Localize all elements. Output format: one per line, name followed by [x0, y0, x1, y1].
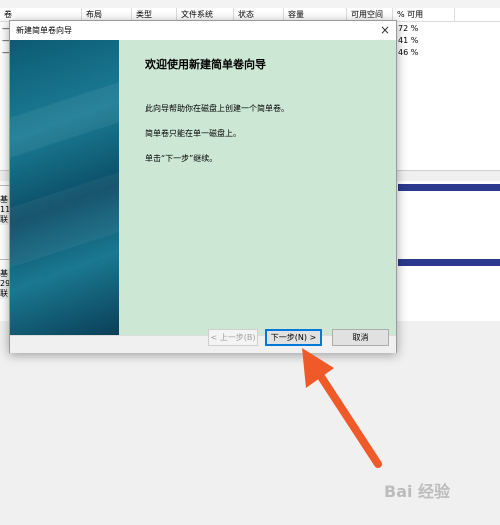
app-top-strip [0, 0, 500, 8]
dialog-title: 新建简单卷向导 [16, 26, 72, 35]
disk-0-partition[interactable] [398, 192, 500, 254]
disk-1-partition[interactable] [398, 267, 500, 321]
wizard-content: 欢迎使用新建简单卷向导 此向导帮助你在磁盘上创建一个简单卷。 简单卷只能在单一磁… [119, 40, 396, 335]
volume-percent-free: 72 % [398, 24, 419, 33]
cancel-button[interactable]: 取消 [332, 329, 389, 346]
volume-percent-free: 41 % [398, 36, 419, 45]
baidu-watermark: Bai 经验 [384, 478, 450, 502]
dialog-titlebar[interactable]: 新建简单卷向导 × [10, 21, 396, 40]
column-header-percent-free[interactable]: % 可用 [393, 8, 455, 21]
watermark-text: Bai 经验 [384, 482, 451, 501]
column-header-filler [455, 8, 500, 21]
new-simple-volume-wizard: 新建简单卷向导 × 欢迎使用新建简单卷向导 此向导帮助你在磁盘上创建一个简单卷。… [9, 20, 397, 353]
volume-percent-free: 46 % [398, 48, 419, 57]
wizard-banner-image [10, 40, 119, 335]
close-icon[interactable]: × [380, 22, 390, 38]
wizard-description: 此向导帮助你在磁盘上创建一个简单卷。 [145, 104, 289, 113]
wizard-note: 简单卷只能在单一磁盘上。 [145, 129, 241, 138]
disk-0-partition-bar [398, 184, 500, 191]
next-button[interactable]: 下一步(N) > [265, 329, 322, 346]
disk-1-partition-bar [398, 259, 500, 266]
banner-stripe [10, 172, 119, 268]
wizard-instruction: 单击“下一步”继续。 [145, 154, 218, 163]
back-button[interactable]: < 上一步(B) [208, 329, 258, 346]
wizard-heading: 欢迎使用新建简单卷向导 [145, 58, 266, 71]
banner-stripe [10, 82, 119, 158]
